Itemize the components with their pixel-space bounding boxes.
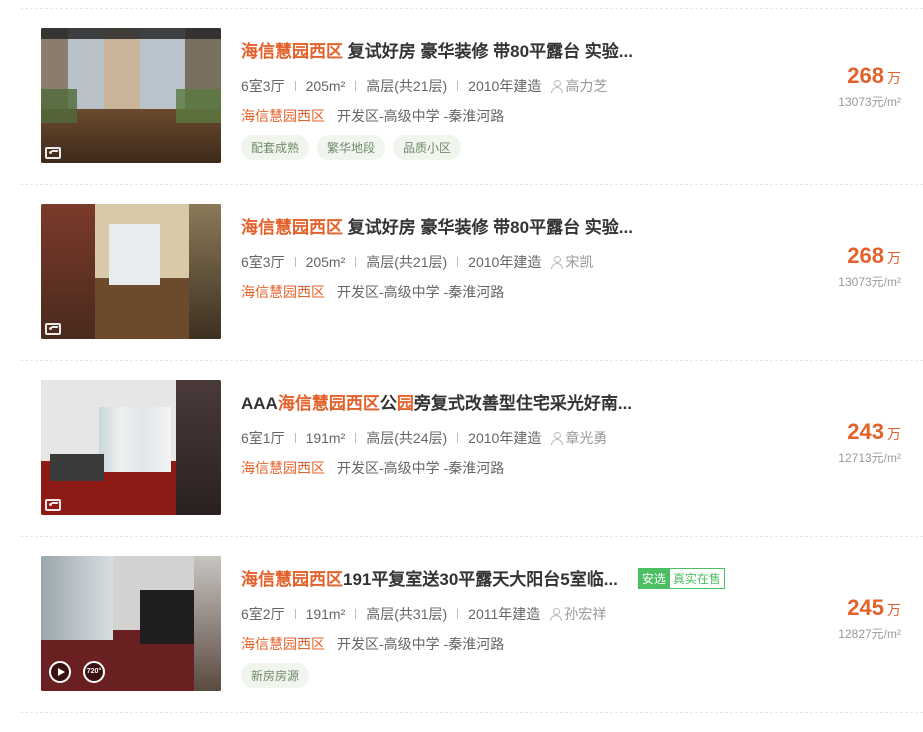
real-sale-badge: 真实在售 bbox=[668, 568, 725, 589]
unit-price: 13073元/m² bbox=[838, 275, 901, 289]
gallery-icon bbox=[45, 499, 61, 511]
agent-icon bbox=[551, 80, 564, 93]
feature-tags: 新房房源 bbox=[241, 663, 317, 688]
rooms: 6室2厅 bbox=[241, 606, 285, 622]
floor: 高层(共24层) bbox=[366, 430, 448, 446]
listing-title[interactable]: 海信慧园西区191平复室送30平露天大阳台5室临... 安选 真实在售 bbox=[241, 565, 725, 590]
area: 191m² bbox=[305, 606, 346, 622]
anxuan-badge: 安选 bbox=[637, 568, 670, 589]
unit-price: 13073元/m² bbox=[838, 95, 901, 109]
listing-item[interactable]: 海信慧园西区 复试好房 豪华装修 带80平露台 实验... 6室3厅 205m² 高… bbox=[20, 9, 923, 185]
price-unit: 万 bbox=[887, 426, 901, 442]
agent-icon bbox=[551, 256, 564, 269]
listing-address: 海信慧园西区 开发区-高级中学 -秦淮河路 bbox=[241, 634, 504, 654]
area: 205m² bbox=[305, 78, 346, 94]
agent-name[interactable]: 章光勇 bbox=[565, 430, 607, 446]
community-link[interactable]: 海信慧园西区 bbox=[241, 636, 325, 652]
feature-tag: 配套成熟 bbox=[241, 135, 310, 160]
floor: 高层(共21层) bbox=[366, 254, 448, 270]
community-link[interactable]: 海信慧园西区 bbox=[241, 284, 325, 300]
listing-info: 6室3厅 205m² 高层(共21层) 2010年建造 宋凯 bbox=[241, 252, 593, 272]
listing-photo[interactable] bbox=[41, 204, 221, 339]
listing-price: 268 万 13073元/m² bbox=[838, 63, 901, 110]
listing-photo[interactable]: 720° bbox=[41, 556, 221, 691]
area: 205m² bbox=[305, 254, 346, 270]
price-unit: 万 bbox=[887, 70, 901, 86]
area: 191m² bbox=[305, 430, 346, 446]
listing-title[interactable]: 海信慧园西区 复试好房 豪华装修 带80平露台 实验... bbox=[241, 213, 633, 238]
unit-price: 12713元/m² bbox=[838, 451, 901, 465]
built-year: 2011年建造 bbox=[468, 606, 541, 622]
listing-item[interactable]: AAA海信慧园西区公园旁复式改善型住宅采光好南... 6室1厅 191m² 高层(共… bbox=[20, 361, 923, 537]
rooms: 6室1厅 bbox=[241, 430, 285, 446]
play-video-icon[interactable] bbox=[49, 661, 71, 683]
location: 开发区-高级中学 -秦淮河路 bbox=[337, 460, 505, 476]
feature-tag: 新房房源 bbox=[241, 663, 310, 688]
built-year: 2010年建造 bbox=[468, 254, 542, 270]
location: 开发区-高级中学 -秦淮河路 bbox=[337, 108, 505, 124]
price-unit: 万 bbox=[887, 602, 901, 618]
listing-price: 243 万 12713元/m² bbox=[838, 419, 901, 466]
verification-badges: 安选 真实在售 bbox=[637, 568, 725, 589]
listing-item[interactable]: 720° 海信慧园西区191平复室送30平露天大阳台5室临... 安选 真实在售 6… bbox=[20, 537, 923, 713]
listing-address: 海信慧园西区 开发区-高级中学 -秦淮河路 bbox=[241, 282, 504, 302]
gallery-icon bbox=[45, 147, 61, 159]
listing-address: 海信慧园西区 开发区-高级中学 -秦淮河路 bbox=[241, 106, 504, 126]
total-price: 243 bbox=[847, 419, 884, 444]
price-unit: 万 bbox=[887, 250, 901, 266]
floor: 高层(共31层) bbox=[366, 606, 448, 622]
listing-address: 海信慧园西区 开发区-高级中学 -秦淮河路 bbox=[241, 458, 504, 478]
agent-icon bbox=[551, 432, 564, 445]
agent-name[interactable]: 高力芝 bbox=[565, 78, 607, 94]
agent-icon bbox=[550, 608, 563, 621]
floor: 高层(共21层) bbox=[366, 78, 448, 94]
unit-price: 12827元/m² bbox=[838, 627, 901, 641]
agent-name[interactable]: 孙宏祥 bbox=[564, 606, 606, 622]
total-price: 268 bbox=[847, 243, 884, 268]
rooms: 6室3厅 bbox=[241, 254, 285, 270]
listing-info: 6室3厅 205m² 高层(共21层) 2010年建造 高力芝 bbox=[241, 76, 607, 96]
community-link[interactable]: 海信慧园西区 bbox=[241, 460, 325, 476]
listing-title[interactable]: AAA海信慧园西区公园旁复式改善型住宅采光好南... bbox=[241, 389, 632, 414]
listing-info: 6室1厅 191m² 高层(共24层) 2010年建造 章光勇 bbox=[241, 428, 607, 448]
listing-item[interactable]: 海信慧园西区 复试好房 豪华装修 带80平露台 实验... 6室3厅 205m² 高… bbox=[20, 185, 923, 361]
gallery-icon bbox=[45, 323, 61, 335]
rooms: 6室3厅 bbox=[241, 78, 285, 94]
feature-tags: 配套成熟 繁华地段 品质小区 bbox=[241, 135, 469, 160]
total-price: 268 bbox=[847, 63, 884, 88]
community-link[interactable]: 海信慧园西区 bbox=[241, 108, 325, 124]
total-price: 245 bbox=[847, 595, 884, 620]
listing-title[interactable]: 海信慧园西区 复试好房 豪华装修 带80平露台 实验... bbox=[241, 37, 633, 62]
location: 开发区-高级中学 -秦淮河路 bbox=[337, 284, 505, 300]
listing-info: 6室2厅 191m² 高层(共31层) 2011年建造 孙宏祥 bbox=[241, 604, 606, 624]
built-year: 2010年建造 bbox=[468, 78, 542, 94]
listing-price: 268 万 13073元/m² bbox=[838, 243, 901, 290]
listing-price: 245 万 12827元/m² bbox=[838, 595, 901, 642]
agent-name[interactable]: 宋凯 bbox=[565, 254, 593, 270]
listing-photo[interactable] bbox=[41, 28, 221, 163]
vr-tour-icon[interactable]: 720° bbox=[83, 661, 105, 683]
feature-tag: 繁华地段 bbox=[317, 135, 386, 160]
location: 开发区-高级中学 -秦淮河路 bbox=[337, 636, 505, 652]
feature-tag: 品质小区 bbox=[393, 135, 462, 160]
built-year: 2010年建造 bbox=[468, 430, 542, 446]
listing-photo[interactable] bbox=[41, 380, 221, 515]
